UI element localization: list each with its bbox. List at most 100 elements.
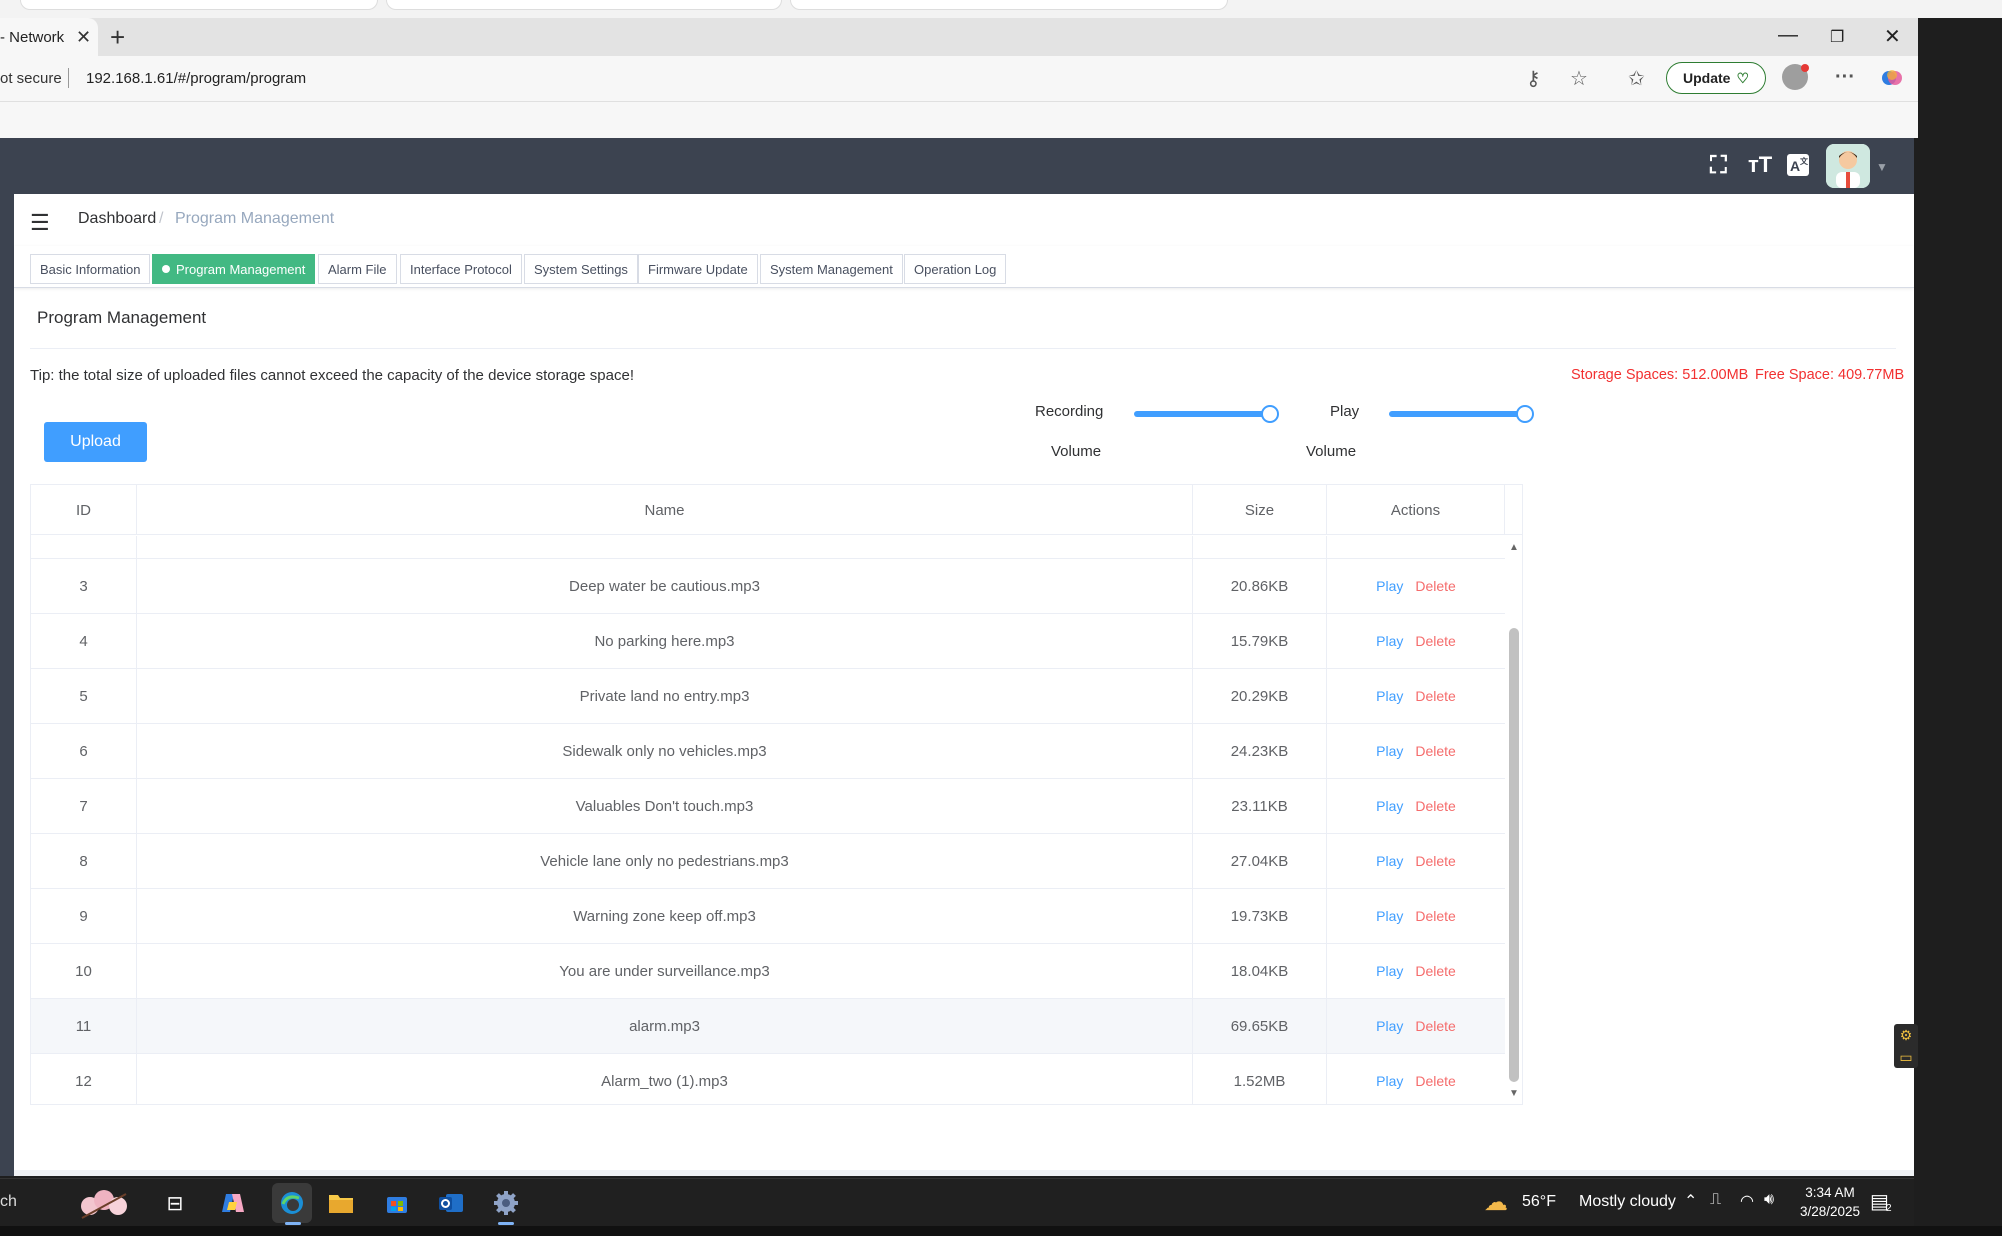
play-volume-handle[interactable] <box>1516 405 1534 423</box>
breadcrumb-home[interactable]: Dashboard <box>78 210 156 228</box>
delete-button[interactable]: Delete <box>1415 578 1455 594</box>
cell-id: 11 <box>31 999 137 1053</box>
weather-temperature[interactable]: 56°F <box>1522 1193 1556 1211</box>
delete-button[interactable]: Delete <box>1415 853 1455 869</box>
task-view-icon[interactable]: ⊟ <box>160 1188 190 1218</box>
delete-button[interactable]: Delete <box>1415 633 1455 649</box>
tag-program-management[interactable]: Program Management <box>152 254 316 284</box>
weather-icon[interactable]: ☁ <box>1484 1188 1508 1217</box>
cell-size: 20.29KB <box>1193 669 1327 723</box>
new-tab-button[interactable]: + <box>110 22 125 53</box>
column-header-name[interactable]: Name <box>137 485 1193 535</box>
scroll-down-arrow-icon[interactable]: ▼ <box>1509 1088 1519 1099</box>
avatar-dropdown-caret[interactable]: ▼ <box>1876 160 1888 174</box>
close-window-button[interactable]: ✕ <box>1884 24 1901 49</box>
favorites-list-icon[interactable]: ✩ <box>1628 66 1645 91</box>
update-button[interactable]: Update ♡ <box>1666 62 1766 94</box>
weather-condition[interactable]: Mostly cloudy <box>1579 1193 1676 1211</box>
taskbar-search[interactable]: ch <box>0 1193 17 1211</box>
delete-button[interactable]: Delete <box>1415 743 1455 759</box>
cell-name: Sidewalk only no vehicles.mp3 <box>137 724 1193 778</box>
table-row: 4 No parking here.mp3 15.79KB Play Delete <box>31 614 1505 669</box>
play-button[interactable]: Play <box>1376 798 1403 814</box>
file-explorer-icon[interactable] <box>326 1188 356 1218</box>
column-header-size[interactable]: Size <box>1193 485 1327 535</box>
delete-button[interactable]: Delete <box>1415 963 1455 979</box>
copilot-taskbar-icon[interactable] <box>218 1188 248 1218</box>
tag-basic-information[interactable]: Basic Information <box>30 254 151 284</box>
play-button[interactable]: Play <box>1376 853 1403 869</box>
gear-icon[interactable]: ⚙ <box>1900 1027 1913 1044</box>
favorite-star-icon[interactable]: ☆ <box>1570 66 1588 91</box>
table-row: 11 alarm.mp3 69.65KB Play Delete <box>31 999 1505 1054</box>
delete-button[interactable]: Delete <box>1415 688 1455 704</box>
tag-system-management[interactable]: System Management <box>760 254 903 284</box>
tag-firmware-update[interactable]: Firmware Update <box>638 254 758 284</box>
tag-label: Program Management <box>176 261 306 277</box>
cell-id: 9 <box>31 889 137 943</box>
play-button[interactable]: Play <box>1376 908 1403 924</box>
tag-operation-log[interactable]: Operation Log <box>904 254 1007 284</box>
tag-label: Firmware Update <box>648 261 748 277</box>
wifi-icon[interactable]: ◠ <box>1740 1191 1754 1211</box>
cell-actions: Play Delete <box>1327 559 1505 613</box>
play-button[interactable]: Play <box>1376 688 1403 704</box>
play-button[interactable]: Play <box>1376 743 1403 759</box>
outlook-icon[interactable] <box>436 1188 466 1218</box>
browser-top-strip <box>0 0 2002 18</box>
url-field[interactable]: 192.168.1.61/#/program/program <box>86 70 306 87</box>
monitor-icon[interactable]: ▭ <box>1899 1049 1912 1066</box>
font-size-icon[interactable]: тT <box>1748 152 1772 178</box>
browser-viewport-gap <box>0 102 1918 138</box>
minimize-button[interactable]: — <box>1778 24 1798 47</box>
recording-volume-handle[interactable] <box>1261 405 1279 423</box>
delete-button[interactable]: Delete <box>1415 908 1455 924</box>
play-button[interactable]: Play <box>1376 633 1403 649</box>
play-volume-slider[interactable] <box>1389 411 1525 417</box>
hamburger-icon[interactable]: ☰ <box>30 210 50 236</box>
edge-icon[interactable] <box>272 1183 312 1223</box>
restore-button[interactable]: ❐ <box>1830 27 1844 47</box>
table-scrollbar[interactable]: ▲ ▼ <box>1506 536 1522 1104</box>
delete-button[interactable]: Delete <box>1415 1073 1455 1089</box>
play-button[interactable]: Play <box>1376 578 1403 594</box>
device-icon[interactable]: ⎍ <box>1710 1191 1721 1209</box>
cell-id: 5 <box>31 669 137 723</box>
play-button[interactable]: Play <box>1376 963 1403 979</box>
upload-button[interactable]: Upload <box>44 422 147 462</box>
cell-actions: Play Delete <box>1327 889 1505 943</box>
svg-text:文: 文 <box>1800 156 1809 166</box>
cell-name: alarm.mp3 <box>137 999 1193 1053</box>
security-indicator[interactable]: ot secure <box>0 70 62 87</box>
column-header-id[interactable]: ID <box>31 485 137 535</box>
tab-close-icon[interactable]: ✕ <box>76 27 91 48</box>
cell-size: 15.79KB <box>1193 614 1327 668</box>
scrollbar-thumb[interactable] <box>1509 628 1519 1082</box>
floating-widget[interactable]: ⚙ ▭ <box>1894 1024 1918 1068</box>
cell-id: 4 <box>31 614 137 668</box>
more-menu-icon[interactable]: ··· <box>1835 66 1855 89</box>
show-hidden-icons-chevron-icon[interactable]: ⌃ <box>1684 1191 1697 1211</box>
tag-interface-protocol[interactable]: Interface Protocol <box>400 254 522 284</box>
tag-alarm-file[interactable]: Alarm File <box>318 254 397 284</box>
tag-system-settings[interactable]: System Settings <box>524 254 638 284</box>
user-avatar[interactable] <box>1826 144 1870 188</box>
volume-icon[interactable]: 🔊︎ <box>1764 1191 1774 1209</box>
password-key-icon[interactable]: ⚷ <box>1526 66 1541 91</box>
delete-button[interactable]: Delete <box>1415 1018 1455 1034</box>
table-row: 3 Deep water be cautious.mp3 20.86KB Play De… <box>31 559 1505 614</box>
delete-button[interactable]: Delete <box>1415 798 1455 814</box>
content-bottom-edge <box>14 1170 1914 1176</box>
play-button[interactable]: Play <box>1376 1073 1403 1089</box>
clock[interactable]: 3:34 AM 3/28/2025 <box>1795 1183 1865 1221</box>
settings-app-icon[interactable] <box>491 1188 521 1218</box>
copilot-icon[interactable] <box>1880 66 1904 96</box>
browser-tab[interactable]: - Network ✕ <box>0 18 98 56</box>
recording-volume-slider[interactable] <box>1134 411 1270 417</box>
scroll-up-arrow-icon[interactable]: ▲ <box>1509 542 1519 553</box>
store-icon[interactable] <box>382 1188 412 1218</box>
translate-icon[interactable]: A文 <box>1786 153 1810 184</box>
play-button[interactable]: Play <box>1376 1018 1403 1034</box>
fullscreen-icon[interactable]: ⛶ <box>1710 152 1727 180</box>
cell-actions: Play Delete <box>1327 999 1505 1053</box>
